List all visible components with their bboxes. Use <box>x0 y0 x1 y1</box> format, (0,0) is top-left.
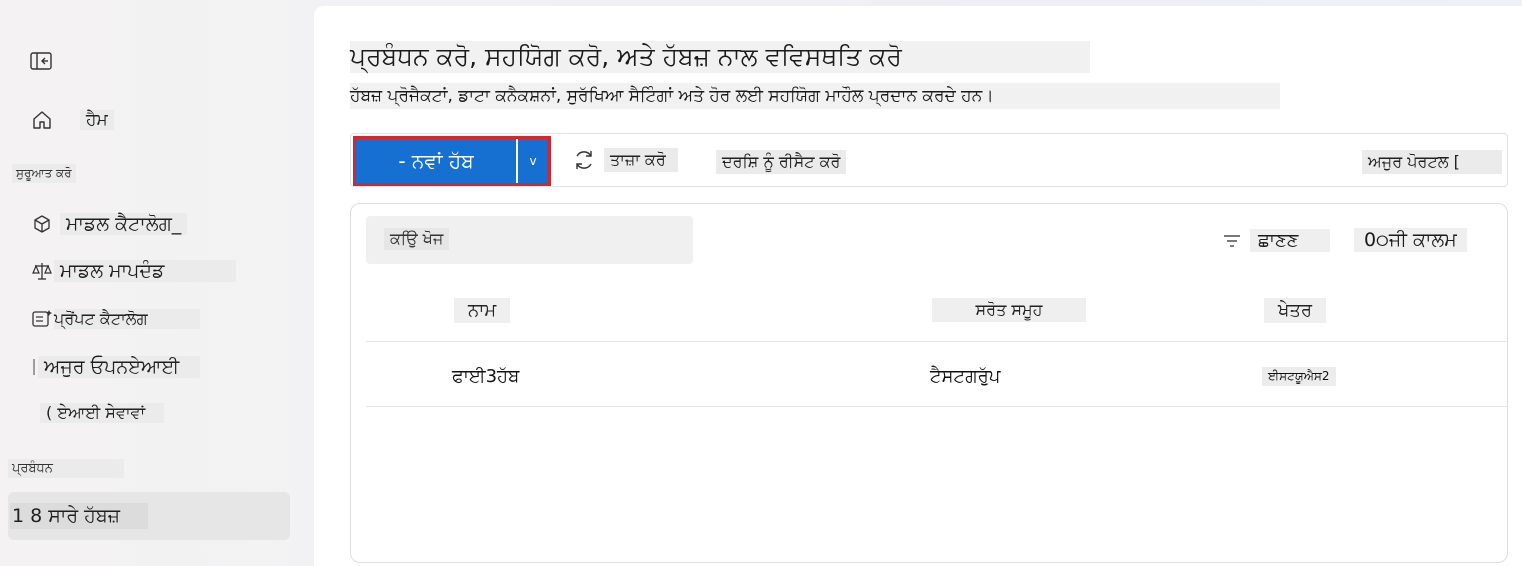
sidebar-item-model-catalog[interactable]: ਮਾਡਲ ਕੈਟਾਲੋਗ_ <box>30 212 188 236</box>
openai-icon <box>30 355 38 379</box>
collapse-sidebar-icon[interactable] <box>30 51 52 71</box>
search-placeholder: ਕਉਿ ਖੋਜ <box>384 228 450 250</box>
column-options-button[interactable]: 0੦ਜੀ ਕਾਲਮ <box>1354 228 1467 252</box>
section-management: ਪ੍ਰਬੰਧਨ <box>8 459 124 478</box>
new-hub-split-button: - ਨਵਾਂ ਹੱਬ v <box>353 136 551 186</box>
refresh-button[interactable]: ਤਾਜ਼ਾ ਕਰੋ <box>572 148 678 172</box>
sidebar-item-label: ਮਾਡਲ ਕੈਟਾਲੋਗ_ <box>60 213 188 235</box>
resource-group-cell: ਟੈਸਟਗਰੁੱਪ <box>930 366 1001 387</box>
sidebar: ਹੈਮ ਸੁਰੂਆਤ ਕਰੋ ਮਾਡਲ ਕੈਟਾਲੋਗ_ ਮਾਡਲ ਮਾਪਦੰਡ <box>0 0 310 546</box>
scale-icon <box>30 259 54 283</box>
sidebar-item-label: ਪ੍ਰੋਂਪਟ ਕੈਟਾਲੋਗ <box>54 309 200 329</box>
filter-button[interactable]: ਛਾਣਣ <box>1222 229 1330 252</box>
home-icon <box>30 108 54 132</box>
page-subtitle: ਹੱਬਜ਼ ਪ੍ਰੋਜੈਕਟਾਂ, ਡਾਟਾ ਕਨੈਕਸ਼ਨਾਂ, ਸੁਰੱਖਿ… <box>350 83 1280 109</box>
region-cell: ਈਸਟਯੂਐਸ2 <box>1262 367 1336 386</box>
prompt-catalog-icon <box>30 307 54 331</box>
sidebar-item-label: 1 8 ਸਾਰੇ ਹੱਬਜ਼ <box>10 503 148 529</box>
refresh-icon <box>572 148 596 172</box>
hub-name-cell[interactable]: ਫਾਈ3ਹੱਬ <box>452 366 519 387</box>
column-header-region[interactable]: ਖੇਤਰ <box>1264 298 1327 323</box>
search-input[interactable]: ਕਉਿ ਖੋਜ <box>366 216 693 264</box>
sidebar-home-label: ਹੈਮ <box>80 110 114 130</box>
sidebar-item-label: ਮਾਡਲ ਮਾਪਦੰਡ <box>54 260 236 282</box>
page-title: ਪ੍ਰਬੰਧਨ ਕਰੋ, ਸਹਯਿੋਗ ਕਰੋ, ਅਤੇ ਹੱਬਜ਼ ਨਾਲ ਵ… <box>350 41 1090 73</box>
sidebar-item-prompt-catalog[interactable]: ਪ੍ਰੋਂਪਟ ਕੈਟਾਲੋਗ <box>30 307 200 331</box>
section-getting-started: ਸੁਰੂਆਤ ਕਰੋ <box>12 164 76 183</box>
sidebar-item-label: ( ਏਆਈ ਸੇਵਾਵਾਂ <box>40 403 164 423</box>
sidebar-item-azure-openai[interactable]: ਅਜੁਰ ਓਪਨਏਆਈ <box>30 355 200 379</box>
refresh-label: ਤਾਜ਼ਾ ਕਰੋ <box>604 148 678 172</box>
column-header-resource-group[interactable]: ਸਰੋਤ ਸਮੂਹ <box>932 298 1086 322</box>
new-hub-button[interactable]: - ਨਵਾਂ ਹੱਬ <box>356 139 516 183</box>
sidebar-item-all-hubs[interactable]: 1 8 ਸਾਰੇ ਹੱਬਜ਼ <box>8 492 290 540</box>
chevron-down-icon[interactable]: v <box>518 139 548 183</box>
sidebar-item-model-benchmarks[interactable]: ਮਾਡਲ ਮਾਪਦੰਡ <box>30 259 236 283</box>
sidebar-item-ai-services[interactable]: ( ਏਆਈ ਸੇਵਾਵਾਂ <box>40 403 164 423</box>
column-header-name[interactable]: ਨਾਮ <box>454 298 511 323</box>
header-divider <box>366 341 1508 342</box>
reset-view-button[interactable]: ਦਰਸ਼ਿ ਨੂੰ ਰੀਸੈਟ ਕਰੋ <box>716 150 847 174</box>
row-divider <box>366 406 1508 407</box>
azure-portal-link[interactable]: ਅਜੁਰ ਪੋਰਟਲ [ <box>1362 150 1502 174</box>
azure-portal-label: ਅਜੁਰ ਪੋਰਟਲ [ <box>1362 150 1502 174</box>
filter-label: ਛਾਣਣ <box>1250 229 1330 252</box>
filter-icon <box>1222 233 1242 249</box>
sidebar-item-label: ਅਜੁਰ ਓਪਨਏਆਈ <box>38 356 200 378</box>
cube-icon <box>30 212 54 236</box>
sidebar-item-home[interactable]: ਹੈਮ <box>30 108 114 132</box>
reset-view-label: ਦਰਸ਼ਿ ਨੂੰ ਰੀਸੈਟ ਕਰੋ <box>716 150 847 174</box>
